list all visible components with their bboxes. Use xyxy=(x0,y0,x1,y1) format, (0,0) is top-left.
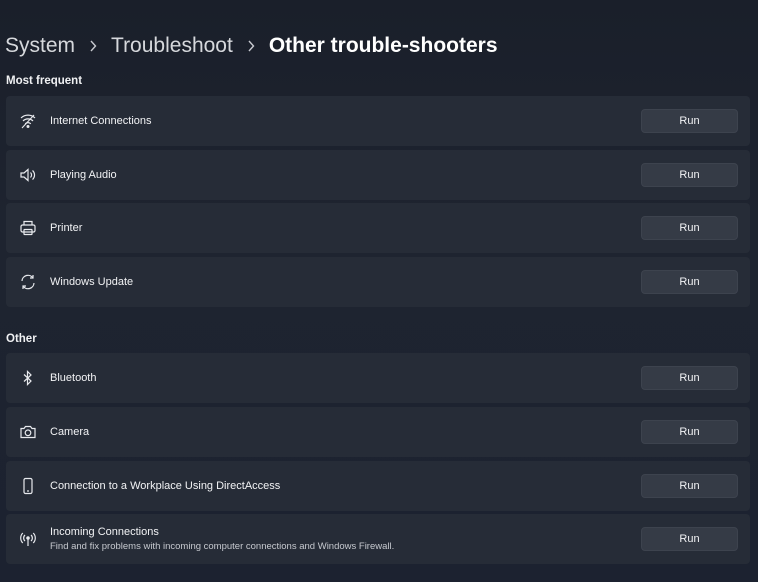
run-button-camera[interactable]: Run xyxy=(641,420,738,444)
antenna-icon xyxy=(18,529,38,549)
page-title: Other trouble-shooters xyxy=(268,34,498,57)
troubleshooter-camera: Camera Run xyxy=(6,407,750,457)
troubleshooter-label: Camera xyxy=(50,426,90,438)
troubleshooter-label: Bluetooth xyxy=(50,372,97,384)
troubleshooter-label: Internet Connections xyxy=(50,115,152,127)
printer-icon xyxy=(18,218,38,238)
section-title-other: Other xyxy=(6,333,37,345)
breadcrumb: System Troubleshoot Other trouble-shoote… xyxy=(5,30,498,62)
troubleshooter-directaccess: Connection to a Workplace Using DirectAc… xyxy=(6,461,750,511)
troubleshooter-label: Connection to a Workplace Using DirectAc… xyxy=(50,480,281,492)
troubleshooter-windows-update: Windows Update Run xyxy=(6,257,750,307)
refresh-icon xyxy=(18,272,38,292)
troubleshooter-label: Printer xyxy=(50,222,83,234)
chevron-right-icon xyxy=(89,40,97,52)
troubleshooter-description: Find and fix problems with incoming comp… xyxy=(50,541,395,552)
troubleshooter-internet-connections: Internet Connections Run xyxy=(6,96,750,146)
troubleshooter-incoming-connections: Incoming Connections Find and fix proble… xyxy=(6,514,750,564)
troubleshooter-label: Playing Audio xyxy=(50,169,117,181)
run-button-windows-update[interactable]: Run xyxy=(641,270,738,294)
speaker-icon xyxy=(18,165,38,185)
run-button-internet-connections[interactable]: Run xyxy=(641,109,738,133)
camera-icon xyxy=(18,422,38,442)
chevron-right-icon xyxy=(247,40,255,52)
wifi-icon xyxy=(18,111,38,131)
breadcrumb-troubleshoot[interactable]: Troubleshoot xyxy=(111,34,233,58)
bluetooth-icon xyxy=(18,368,38,388)
phone-device-icon xyxy=(18,476,38,496)
troubleshooter-bluetooth: Bluetooth Run xyxy=(6,353,750,403)
troubleshooter-playing-audio: Playing Audio Run xyxy=(6,150,750,200)
run-button-printer[interactable]: Run xyxy=(641,216,738,240)
run-button-directaccess[interactable]: Run xyxy=(641,474,738,498)
troubleshooter-label: Windows Update xyxy=(50,276,134,288)
troubleshooters-page: System Troubleshoot Other trouble-shoote… xyxy=(0,0,758,582)
breadcrumb-system[interactable]: System xyxy=(5,34,75,58)
section-title-most-frequent: Most frequent xyxy=(6,75,83,87)
troubleshooter-label: Incoming Connections xyxy=(50,526,159,538)
troubleshooter-printer: Printer Run xyxy=(6,203,750,253)
run-button-incoming-connections[interactable]: Run xyxy=(641,527,738,551)
run-button-playing-audio[interactable]: Run xyxy=(641,163,738,187)
run-button-bluetooth[interactable]: Run xyxy=(641,366,738,390)
